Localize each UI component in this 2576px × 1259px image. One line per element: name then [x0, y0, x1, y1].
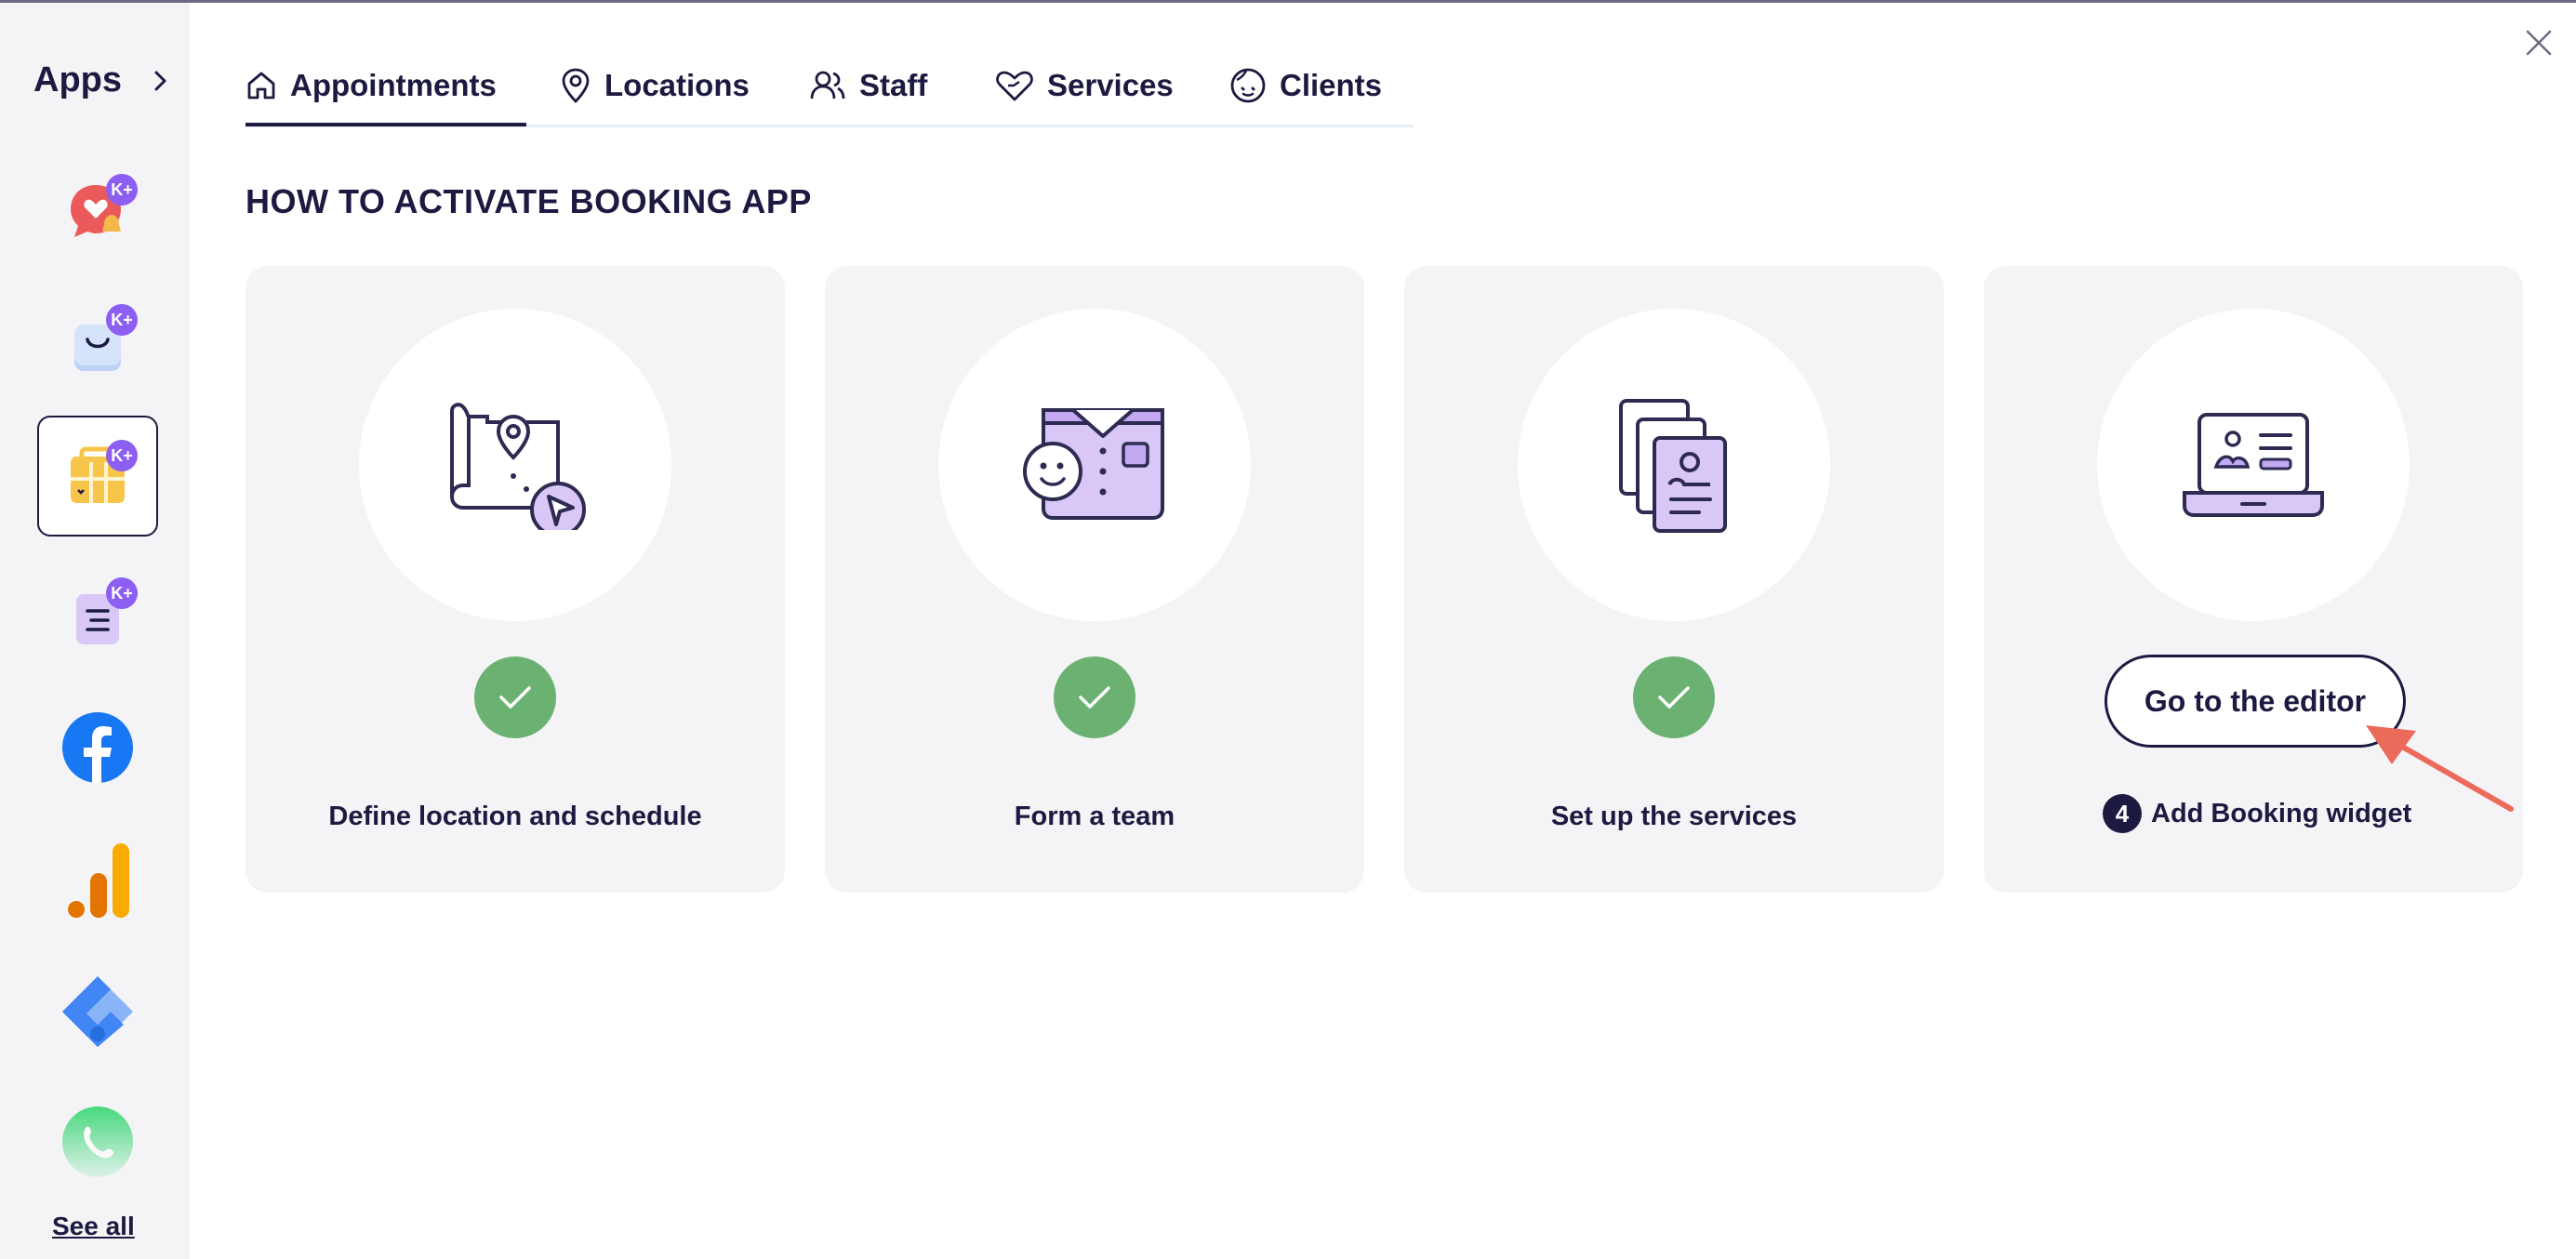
step-label: Form a team [1014, 802, 1175, 831]
see-all-link[interactable]: See all [52, 1212, 135, 1241]
face-icon [1230, 68, 1266, 103]
tab-label: Appointments [290, 68, 497, 102]
app-document-form[interactable]: K+ [37, 557, 158, 678]
checkmark-icon [499, 686, 531, 709]
team-shirt-icon [1023, 408, 1164, 520]
checkmark-icon [1658, 686, 1690, 709]
step-number-badge: 4 [2103, 794, 2142, 833]
annotation-arrow-icon [2366, 725, 2514, 812]
users-icon [810, 71, 845, 99]
step-card-team: Form a team [825, 266, 1364, 893]
tab-bar: Appointments Locations Staff Services Cl… [246, 48, 1414, 126]
service-docs-icon [1619, 399, 1727, 533]
tab-label: Staff [859, 68, 928, 102]
step-illustration [359, 309, 671, 621]
step-illustration [938, 309, 1251, 621]
close-icon[interactable] [2522, 26, 2556, 60]
tab-locations[interactable]: Locations [560, 58, 750, 113]
app-facebook[interactable] [37, 687, 158, 808]
step-complete-check [474, 656, 556, 738]
page-title: HOW TO ACTIVATE BOOKING APP [246, 182, 812, 220]
tab-services[interactable]: Services [995, 58, 1174, 113]
facebook-icon [62, 712, 133, 783]
app-tag-manager[interactable] [37, 951, 158, 1072]
app-badge: K+ [106, 577, 138, 609]
app-badge: K+ [106, 174, 138, 205]
app-badge: K+ [106, 304, 138, 336]
tab-appointments[interactable]: Appointments [246, 58, 497, 113]
step-card-location: Define location and schedule [246, 266, 785, 893]
app-shopping-bag[interactable]: K+ [37, 284, 158, 404]
tab-label: Locations [604, 68, 750, 102]
step-complete-check [1054, 656, 1135, 738]
sidebar-scroll-fade [0, 1091, 190, 1193]
checkmark-icon [1079, 686, 1110, 709]
app-badge: K+ [106, 440, 138, 471]
tab-label: Services [1047, 68, 1174, 102]
app-heart-chat[interactable]: K+ [37, 152, 158, 272]
step-complete-check [1633, 656, 1715, 738]
app-analytics[interactable] [37, 819, 158, 940]
apps-header[interactable]: Apps [33, 60, 172, 100]
step-illustration [2097, 309, 2410, 621]
step-label: Define location and schedule [328, 802, 702, 831]
tag-manager-icon [62, 976, 133, 1047]
heart-hand-icon [996, 71, 1033, 101]
apps-title: Apps [33, 60, 122, 99]
tab-staff[interactable]: Staff [809, 58, 927, 113]
step-card-services: Set up the services [1404, 266, 1944, 893]
app-booking-calendar[interactable]: K+ [37, 416, 158, 537]
laptop-editor-icon [2183, 413, 2324, 517]
top-border [0, 0, 2576, 3]
tab-label: Clients [1280, 68, 1383, 102]
step-illustration [1518, 309, 1830, 621]
analytics-bars-icon [68, 843, 129, 918]
map-pin-icon [562, 68, 590, 103]
tab-clients[interactable]: Clients [1229, 58, 1382, 113]
home-icon [247, 72, 275, 99]
step-label: Set up the services [1550, 802, 1798, 831]
apps-sidebar: Apps K+ K+ K+ K+ See all [0, 3, 190, 1259]
chevron-right-icon [154, 71, 166, 90]
map-location-icon [450, 403, 586, 530]
